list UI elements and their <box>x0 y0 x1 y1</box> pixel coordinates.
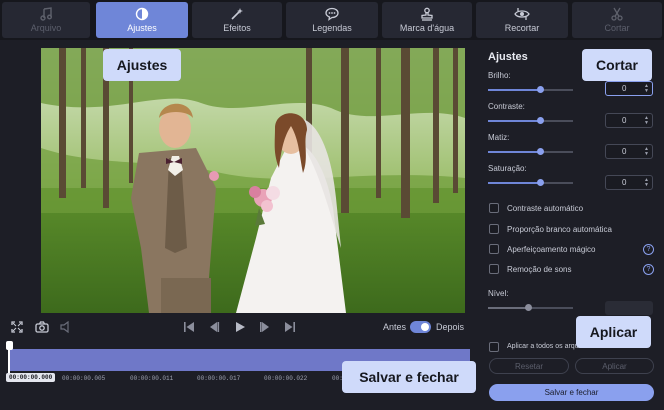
before-label: Antes <box>383 322 407 332</box>
timeline-tick: 00:00:00.005 <box>62 375 106 382</box>
tab-arquivo[interactable]: Arquivo <box>2 2 90 38</box>
adjustments-panel: Ajustes Brilho: 0 ▲ ▼ Contraste: 0 ▲ ▼ Matiz… <box>480 40 664 410</box>
magic-enhance-label: Aperfeiçoamento mágico <box>507 245 596 254</box>
slider-knob[interactable] <box>537 179 545 186</box>
magic-wand-icon <box>229 7 245 21</box>
player-controls: Antes Depois <box>0 316 480 340</box>
tab-label: Arquivo <box>30 23 62 33</box>
hue-spinbox[interactable]: 0 ▲ ▼ <box>605 144 653 159</box>
skip-to-end-icon[interactable] <box>284 320 296 338</box>
panel-title: Ajustes <box>488 51 528 63</box>
slider-knob[interactable] <box>537 148 545 155</box>
hue-label: Matiz: <box>488 133 510 142</box>
callout-cortar: Cortar <box>582 49 652 81</box>
apply-all-checkbox[interactable] <box>489 342 499 352</box>
save-close-button[interactable]: Salvar e fechar <box>489 384 654 401</box>
timeline-tick: 00:00:00.017 <box>197 375 241 382</box>
wedding-couple-photo <box>41 48 465 313</box>
step-forward-icon[interactable] <box>259 320 271 338</box>
volume-icon[interactable] <box>60 320 72 338</box>
spin-value: 0 <box>622 84 627 93</box>
apply-button-label: Aplicar <box>602 361 627 371</box>
timeline-tick: 00:00:00.022 <box>264 375 308 382</box>
step-back-icon[interactable] <box>208 320 220 338</box>
contrast-spinbox[interactable]: 0 ▲ ▼ <box>605 113 653 128</box>
magic-enhance-checkbox[interactable] <box>489 244 499 254</box>
play-icon[interactable] <box>234 320 246 338</box>
slider-knob[interactable] <box>537 86 545 93</box>
slider-knob[interactable] <box>525 304 533 311</box>
tab-efeitos[interactable]: Efeitos <box>192 2 282 38</box>
skip-to-start-icon[interactable] <box>183 320 195 338</box>
auto-white-balance-label: Proporção branco automática <box>507 225 612 234</box>
tab-label: Marca d'água <box>399 23 455 33</box>
level-spinbox[interactable] <box>605 301 653 315</box>
tab-legendas[interactable]: Legendas <box>286 2 378 38</box>
scissors-icon <box>609 7 625 21</box>
tab-label: Ajustes <box>127 23 157 33</box>
stamp-icon <box>419 7 435 21</box>
tab-label: Legendas <box>312 23 352 33</box>
spin-value: 0 <box>622 178 627 187</box>
saturation-slider[interactable] <box>488 179 573 186</box>
reset-button[interactable]: Resetar <box>489 358 569 374</box>
saturation-spinbox[interactable]: 0 ▲ ▼ <box>605 175 653 190</box>
timeline-tick: 00:00:00.011 <box>130 375 174 382</box>
tab-recortar[interactable]: Recortar <box>476 2 568 38</box>
noise-removal-label: Remoção de sons <box>507 265 572 274</box>
auto-contrast-label: Contraste automático <box>507 204 584 213</box>
contrast-slider[interactable] <box>488 117 573 124</box>
help-icon[interactable]: ? <box>643 244 654 255</box>
speech-bubble-icon <box>324 7 340 21</box>
crop-eye-icon <box>514 7 530 21</box>
apply-button[interactable]: Aplicar <box>575 358 654 374</box>
level-label: Nível: <box>488 289 509 298</box>
save-close-button-label: Salvar e fechar <box>544 388 599 397</box>
brightness-slider[interactable] <box>488 86 573 93</box>
tab-marca-dagua[interactable]: Marca d'água <box>382 2 472 38</box>
callout-aplicar: Aplicar <box>576 316 651 348</box>
callout-salvar: Salvar e fechar <box>342 361 476 393</box>
music-note-icon <box>38 7 54 21</box>
playhead-handle[interactable] <box>6 341 13 350</box>
tab-cortar[interactable]: Cortar <box>572 2 662 38</box>
tab-ajustes[interactable]: Ajustes <box>96 2 188 38</box>
spin-arrows-icon[interactable]: ▲ ▼ <box>644 84 649 94</box>
camera-icon[interactable] <box>35 320 49 338</box>
spin-arrows-icon[interactable]: ▲ ▼ <box>644 116 649 126</box>
after-label: Depois <box>436 322 465 332</box>
slider-knob[interactable] <box>537 117 545 124</box>
fullscreen-icon[interactable] <box>11 320 23 338</box>
spin-value: 0 <box>622 116 627 125</box>
brightness-spinbox[interactable]: 0 ▲ ▼ <box>605 81 653 96</box>
callout-ajustes: Ajustes <box>103 49 181 81</box>
contrast-label: Contraste: <box>488 102 525 111</box>
tab-label: Recortar <box>504 23 540 33</box>
tab-label: Efeitos <box>223 23 251 33</box>
spin-value: 0 <box>622 147 627 156</box>
brightness-label: Brilho: <box>488 71 511 80</box>
level-slider[interactable] <box>488 304 573 311</box>
saturation-label: Saturação: <box>488 164 527 173</box>
help-icon[interactable]: ? <box>643 264 654 275</box>
tab-label: Cortar <box>604 23 630 33</box>
spin-arrows-icon[interactable]: ▲ ▼ <box>644 147 649 157</box>
tab-bar: Arquivo Ajustes Efeitos Legendas Marca d… <box>0 0 664 40</box>
spin-arrows-icon[interactable]: ▲ ▼ <box>644 178 649 188</box>
contrast-icon <box>134 7 150 21</box>
current-time: 00:00:00.000 <box>6 373 56 382</box>
noise-removal-checkbox[interactable] <box>489 264 499 274</box>
video-preview <box>41 48 465 313</box>
hue-slider[interactable] <box>488 148 573 155</box>
reset-button-label: Resetar <box>514 361 543 371</box>
auto-contrast-checkbox[interactable] <box>489 203 499 213</box>
auto-white-balance-checkbox[interactable] <box>489 224 499 234</box>
before-after-toggle[interactable] <box>410 321 431 333</box>
